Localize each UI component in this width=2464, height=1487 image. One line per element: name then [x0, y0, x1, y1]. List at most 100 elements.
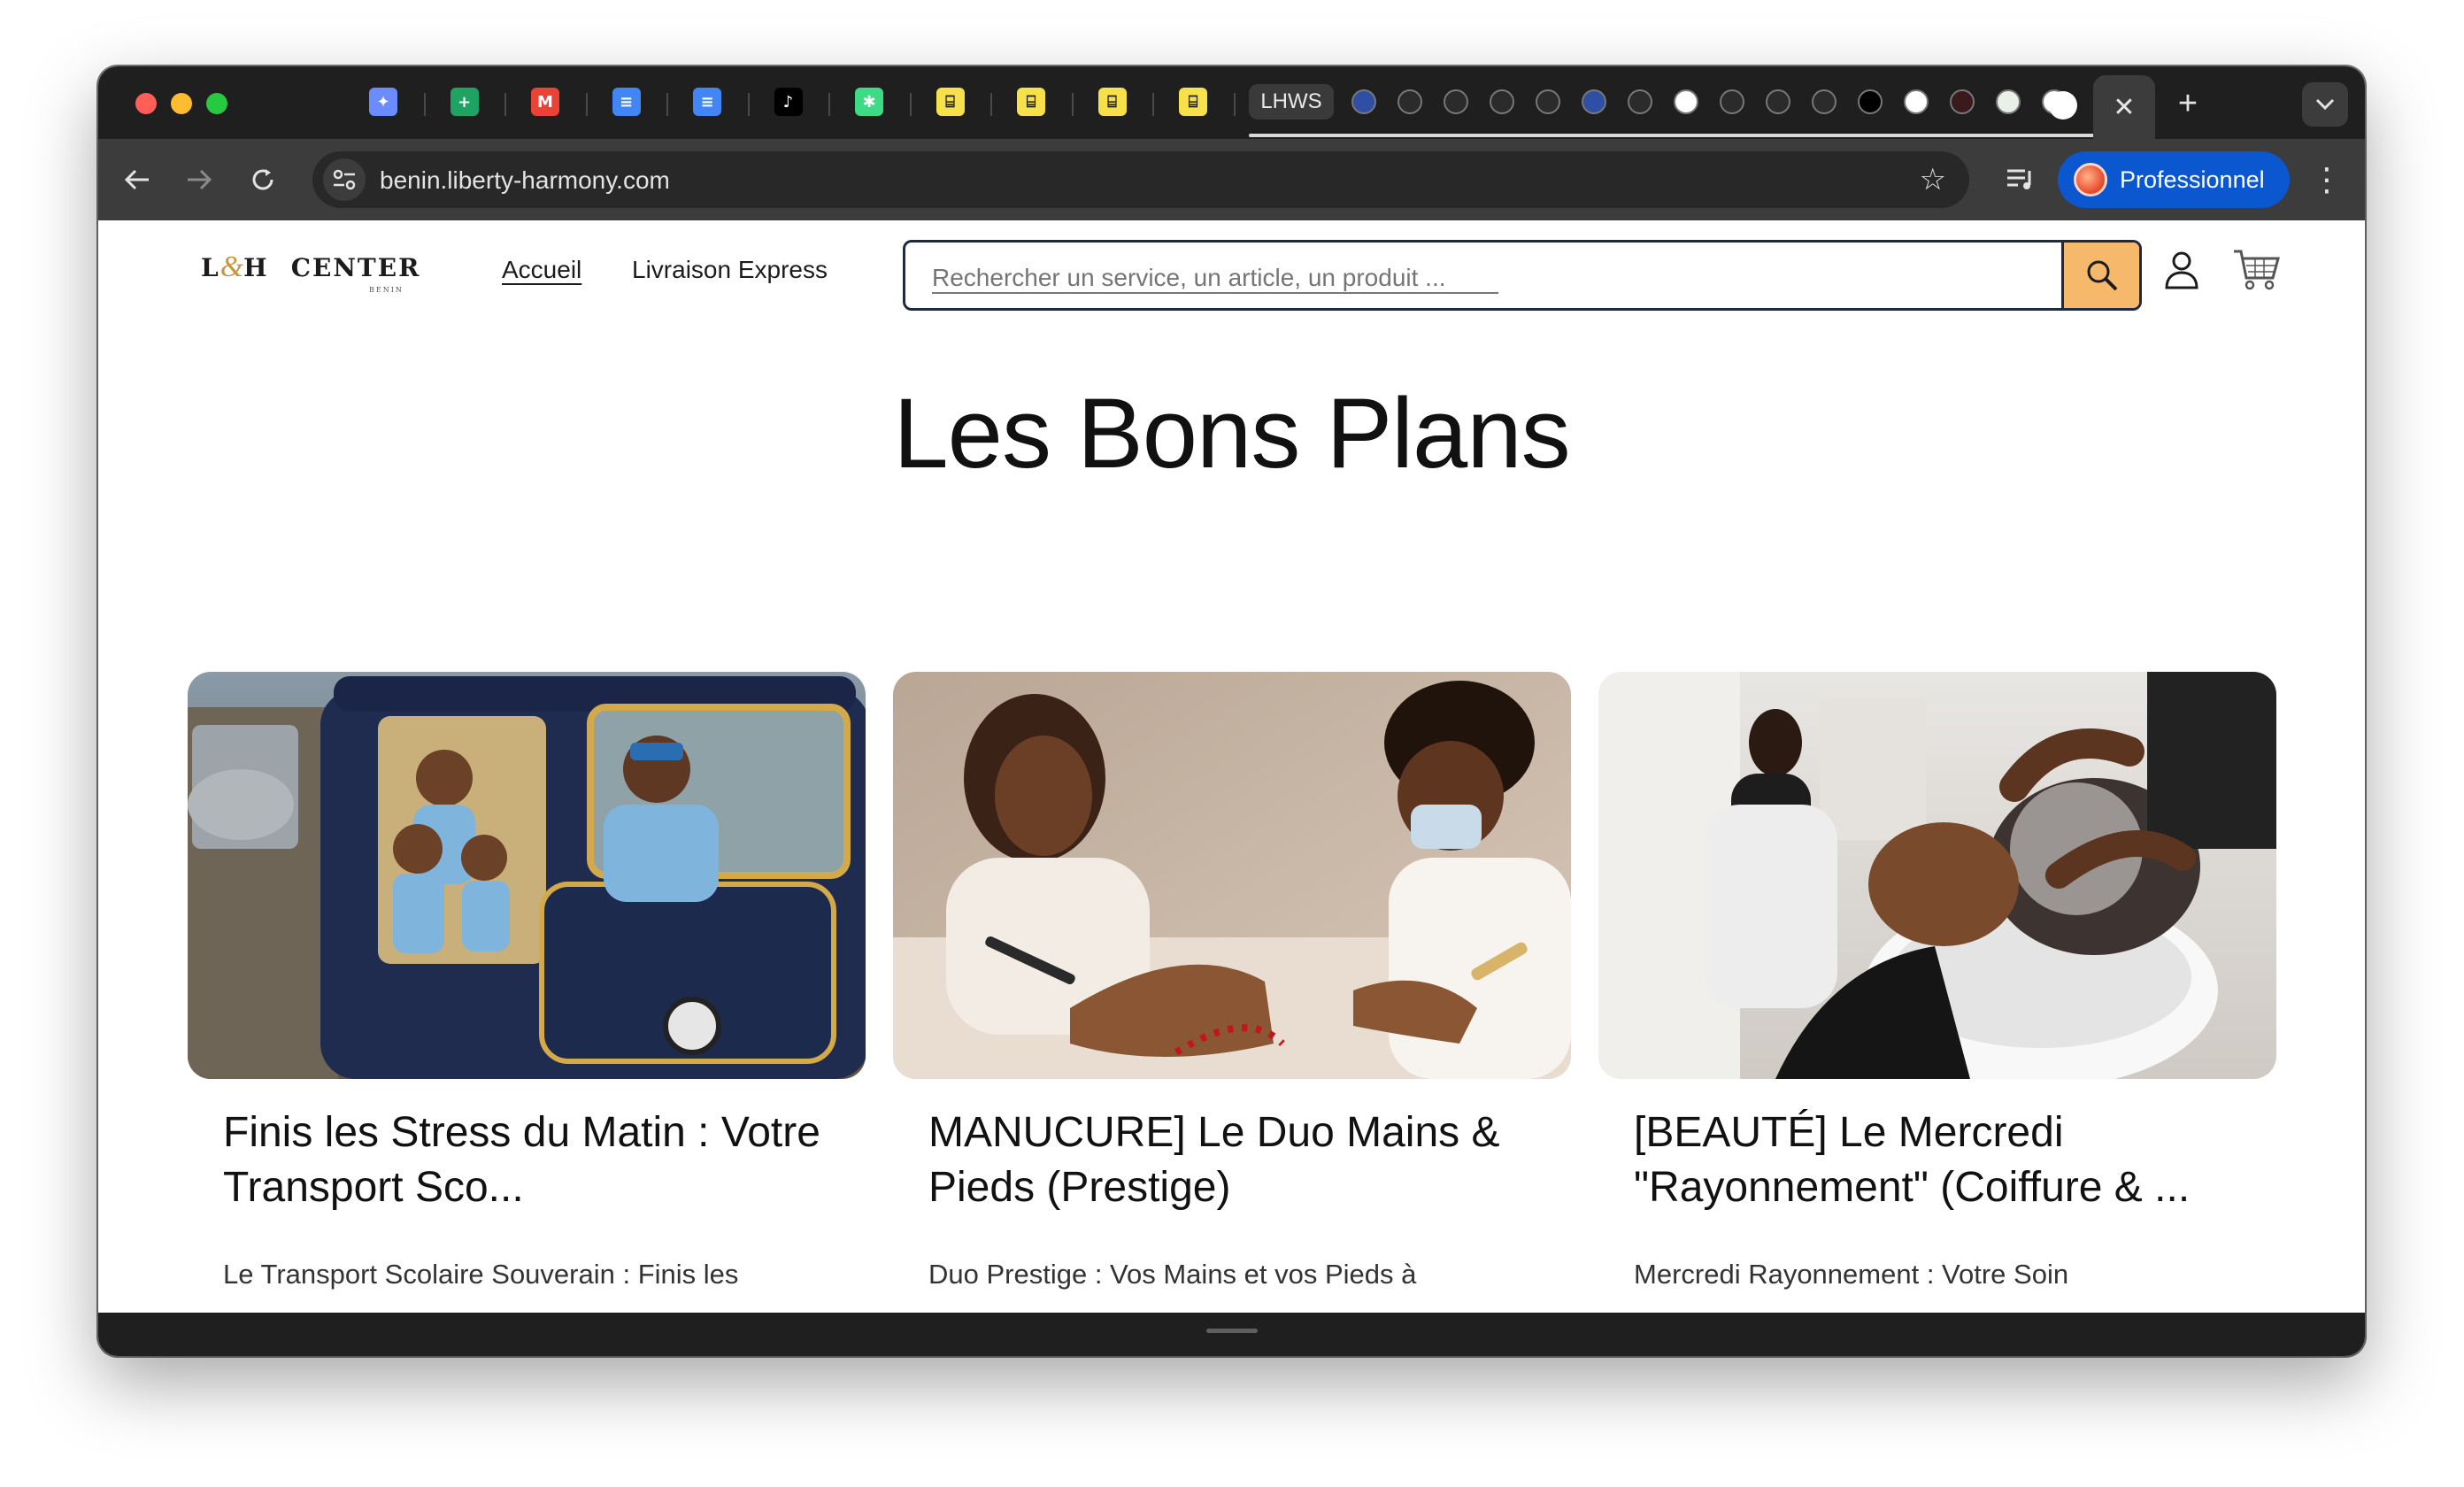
back-button[interactable] — [116, 158, 158, 201]
resize-handle[interactable] — [1206, 1329, 1258, 1333]
docs-tab-2[interactable]: ≡ — [688, 82, 727, 121]
deal-card-1-title[interactable]: Finis les Stress du Matin : Votre Transp… — [223, 1106, 843, 1215]
yellow-app-icon: ⌸ — [1017, 88, 1045, 116]
lh-tab-11[interactable] — [1806, 82, 1842, 121]
profile-avatar — [2074, 163, 2107, 196]
reload-icon — [252, 169, 273, 190]
new-tab-button[interactable]: + — [2168, 84, 2207, 123]
google-docs-icon: ≡ — [693, 88, 721, 116]
deal-card-3-title[interactable]: [BEAUTÉ] Le Mercredi "Rayonnement" (Coif… — [1634, 1106, 2253, 1215]
yellow-app-icon: ⌸ — [1179, 88, 1207, 116]
yellow-tab-1[interactable]: ⌸ — [931, 82, 970, 121]
lh-tab-14[interactable] — [1944, 82, 1980, 121]
tab-separator — [747, 93, 750, 116]
asterisk-icon: ✱ — [855, 88, 883, 116]
hair-wash-photo[interactable] — [1598, 672, 2276, 1079]
lh-logo-icon — [1490, 89, 1514, 114]
school-tricycle-photo[interactable] — [188, 672, 866, 1079]
lh-logo-icon — [1628, 89, 1652, 114]
lh-logo-icon — [1536, 89, 1560, 114]
tab-separator — [1152, 93, 1154, 116]
lh-circle-icon — [2049, 91, 2077, 119]
globe-icon — [1351, 89, 1376, 114]
flower-icon — [1904, 89, 1929, 114]
cart-button[interactable] — [2231, 243, 2281, 297]
lh-circle-icon — [1674, 89, 1698, 114]
lh-tab-10[interactable] — [1760, 82, 1796, 121]
lh-tab-7[interactable] — [1622, 82, 1658, 121]
search-input[interactable] — [932, 260, 2047, 296]
arrow-left-icon — [124, 169, 149, 190]
forward-button[interactable] — [178, 158, 220, 201]
tab-search-button[interactable] — [2302, 82, 2348, 127]
deal-card-2[interactable]: MANUCURE] Le Duo Mains & Pieds (Prestige… — [893, 672, 1571, 1313]
close-window-button[interactable] — [135, 93, 157, 114]
deal-card-1-excerpt: Le Transport Scolaire Souverain : Finis … — [223, 1259, 739, 1290]
reload-button[interactable] — [242, 158, 284, 201]
lh-tab-5[interactable] — [1530, 82, 1566, 121]
browser-window: ✦+M≡≡♪✱⌸⌸⌸⌸⌸ LHWS ✕ + benin.liberty-harm… — [98, 66, 2365, 1356]
tab-group-lhws[interactable]: LHWS — [1249, 84, 1334, 119]
lh-tab-3[interactable] — [1438, 82, 1474, 121]
more-menu-icon[interactable]: ⋮ — [2309, 158, 2345, 201]
nav-link-livraison-express[interactable]: Livraison Express — [632, 256, 828, 284]
tiktok-icon: ♪ — [774, 88, 803, 116]
lh-tab-9[interactable] — [1714, 82, 1750, 121]
close-tab-icon[interactable]: ✕ — [2113, 92, 2135, 123]
window-bottom-bar — [98, 1313, 2365, 1356]
search-icon — [2087, 260, 2117, 291]
b-logo-icon — [1858, 89, 1883, 114]
active-tab[interactable]: ✕ — [2049, 75, 2155, 139]
deal-card-1[interactable]: Finis les Stress du Matin : Votre Transp… — [188, 672, 866, 1313]
profile-label: Professionnel — [2120, 166, 2265, 193]
lh-tab-12[interactable] — [1852, 82, 1888, 121]
app-tab[interactable]: ✱ — [850, 82, 889, 121]
sheets-tab[interactable]: + — [445, 82, 484, 121]
search-underline — [932, 292, 1498, 294]
tab-separator — [990, 93, 992, 116]
gmail-tab[interactable]: M — [526, 82, 565, 121]
chevron-down-icon — [2315, 98, 2335, 111]
deal-card-2-excerpt: Duo Prestige : Vos Mains et vos Pieds à — [928, 1259, 1417, 1290]
media-controls-icon[interactable] — [1999, 158, 2042, 201]
minimize-window-button[interactable] — [171, 93, 192, 114]
deal-card-3[interactable]: [BEAUTÉ] Le Mercredi "Rayonnement" (Coif… — [1598, 672, 2276, 1313]
lh-tab-2[interactable] — [1392, 82, 1428, 121]
yellow-tab-4[interactable]: ⌸ — [1174, 82, 1213, 121]
tiktok-tab[interactable]: ♪ — [769, 82, 808, 121]
site-info-icon[interactable] — [323, 158, 366, 201]
lh-tab-8[interactable] — [1668, 82, 1704, 121]
tab-separator — [585, 93, 588, 116]
yellow-tab-3[interactable]: ⌸ — [1093, 82, 1132, 121]
lh-logo-icon — [1766, 89, 1790, 114]
lh-tab-6[interactable] — [1576, 82, 1612, 121]
account-button[interactable] — [2157, 243, 2206, 297]
address-bar[interactable]: benin.liberty-harmony.com ☆ — [312, 151, 1969, 208]
gmail-icon: M — [531, 88, 559, 116]
lh-tab-15[interactable] — [1990, 82, 2026, 121]
bookmark-star-icon[interactable]: ☆ — [1920, 162, 1946, 197]
arrow-right-icon — [188, 169, 212, 190]
gemini-tab[interactable]: ✦ — [364, 82, 403, 121]
tab-group-underline — [1249, 134, 2104, 137]
dark-logo-icon — [1950, 89, 1975, 114]
search-button[interactable] — [2061, 243, 2139, 308]
site-logo[interactable]: L&H CENTER BENIN — [201, 250, 420, 295]
user-icon — [2165, 251, 2198, 289]
deal-card-2-title[interactable]: MANUCURE] Le Duo Mains & Pieds (Prestige… — [928, 1106, 1548, 1215]
lh-tab-1[interactable] — [1346, 82, 1382, 121]
page-title: Les Bons Plans — [893, 378, 1570, 489]
docs-tab-1[interactable]: ≡ — [607, 82, 646, 121]
maximize-window-button[interactable] — [206, 93, 227, 114]
url-text[interactable]: benin.liberty-harmony.com — [380, 166, 670, 195]
deal-card-3-excerpt: Mercredi Rayonnement : Votre Soin — [1634, 1259, 2069, 1290]
sparkle-icon: ✦ — [369, 88, 397, 116]
browser-toolbar: benin.liberty-harmony.com ☆ Professionne… — [98, 139, 2365, 220]
lh-tab-13[interactable] — [1898, 82, 1934, 121]
nav-link-accueil[interactable]: Accueil — [502, 256, 581, 284]
manicure-photo[interactable] — [893, 672, 1571, 1079]
lh-tab-4[interactable] — [1484, 82, 1520, 121]
profile-button[interactable]: Professionnel — [2058, 151, 2290, 208]
shopping-cart-icon — [2234, 250, 2280, 290]
yellow-tab-2[interactable]: ⌸ — [1012, 82, 1051, 121]
